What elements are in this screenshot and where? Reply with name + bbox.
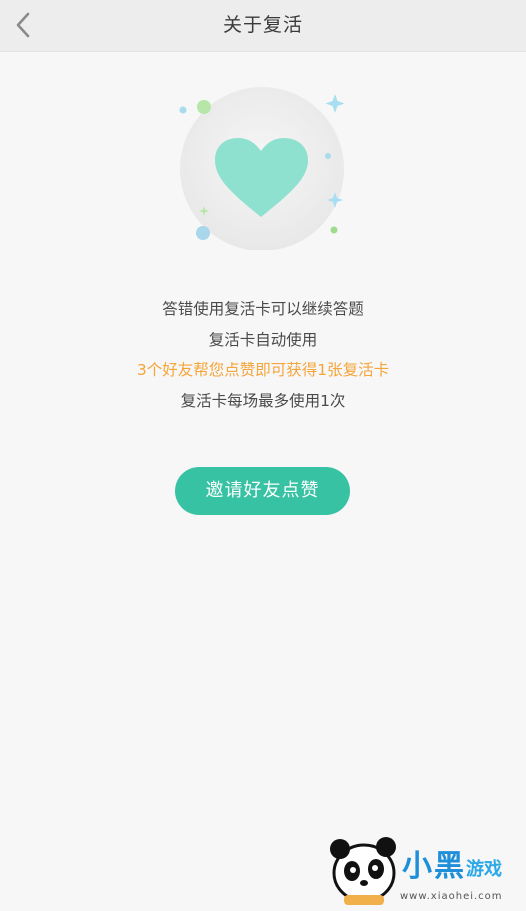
rule-line: 复活卡每场最多使用1次 <box>180 391 346 410</box>
hero-illustration <box>160 80 360 251</box>
rule-line: 复活卡自动使用 <box>208 330 318 349</box>
rule-line: 答错使用复活卡可以继续答题 <box>162 300 364 318</box>
rule-line-highlight: 3个好友帮您点赞即可获得1张复活卡 <box>136 361 390 379</box>
page-title: 关于复活 <box>222 14 303 36</box>
invite-friends-button[interactable]: 邀请好友点赞 <box>175 467 350 515</box>
watermark-brand: 小黑 <box>402 849 466 884</box>
sparkle-dot <box>197 100 211 114</box>
star-sparkle-icon <box>325 94 345 113</box>
sparkle-dot <box>196 226 210 240</box>
app-header: 关于复活 <box>0 0 526 52</box>
sparkle-dot <box>330 226 338 234</box>
sparkle-dot <box>179 106 187 114</box>
panda-logo-icon <box>330 837 396 905</box>
watermark: 小黑 游戏 www.xiaohei.com <box>326 833 522 909</box>
watermark-game: 游戏 <box>466 859 502 880</box>
sparkle-dot <box>325 153 331 159</box>
watermark-url: www.xiaohei.com <box>400 891 503 902</box>
rules-text: 答错使用复活卡可以继续答题 复活卡自动使用 3个好友帮您点赞即可获得1张复活卡 … <box>0 294 526 416</box>
